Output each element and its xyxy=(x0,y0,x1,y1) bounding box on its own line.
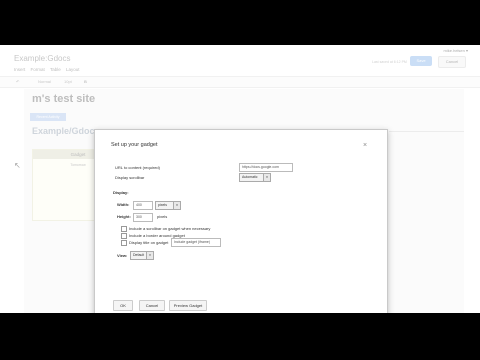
width-label: Width: xyxy=(117,202,130,207)
cancel-button[interactable]: Cancel xyxy=(139,300,165,311)
width-unit-value: pixels xyxy=(158,203,167,207)
view-select[interactable]: Default ▾ xyxy=(130,251,154,260)
title-option-label: Display title on gadget xyxy=(129,240,169,245)
title-checkbox[interactable] xyxy=(121,240,127,246)
url-input[interactable]: https://docs.google.com xyxy=(239,163,293,172)
view-label: View: xyxy=(117,253,128,258)
scrollbar-label: Display scrollbar xyxy=(115,175,145,180)
height-label: Height: xyxy=(117,214,131,219)
preview-gadget-button[interactable]: Preview Gadget xyxy=(169,300,207,311)
dialog-title: Set up your gadget xyxy=(111,142,158,148)
gadget-setup-dialog: Set up your gadget × URL to content (req… xyxy=(94,129,388,313)
height-unit: pixels xyxy=(157,214,168,219)
gadget-title-input[interactable]: Include gadget (iframe) xyxy=(171,238,221,247)
screen: mike.helsen ▾ Example:Gdocs Insert Forma… xyxy=(0,45,480,313)
scrollbar-option-label: Include a scrollbar on gadget when neces… xyxy=(129,226,211,231)
view-select-value: Default xyxy=(133,253,145,257)
display-label: Display: xyxy=(113,190,129,195)
width-input[interactable]: 400 xyxy=(133,201,153,210)
ok-button[interactable]: OK xyxy=(113,300,133,311)
url-label: URL to content (required) xyxy=(115,165,160,170)
scrollbar-select[interactable]: Automatic ▾ xyxy=(239,173,271,182)
width-unit-select[interactable]: pixels ▾ xyxy=(155,201,181,210)
chevron-down-icon: ▾ xyxy=(146,252,153,259)
scrollbar-select-value: Automatic xyxy=(242,175,258,179)
border-checkbox[interactable] xyxy=(121,233,127,239)
scrollbar-checkbox[interactable] xyxy=(121,226,127,232)
close-icon[interactable]: × xyxy=(363,142,367,149)
chevron-down-icon: ▾ xyxy=(263,174,270,181)
height-input[interactable]: 300 xyxy=(133,213,153,222)
chevron-down-icon: ▾ xyxy=(173,202,180,209)
